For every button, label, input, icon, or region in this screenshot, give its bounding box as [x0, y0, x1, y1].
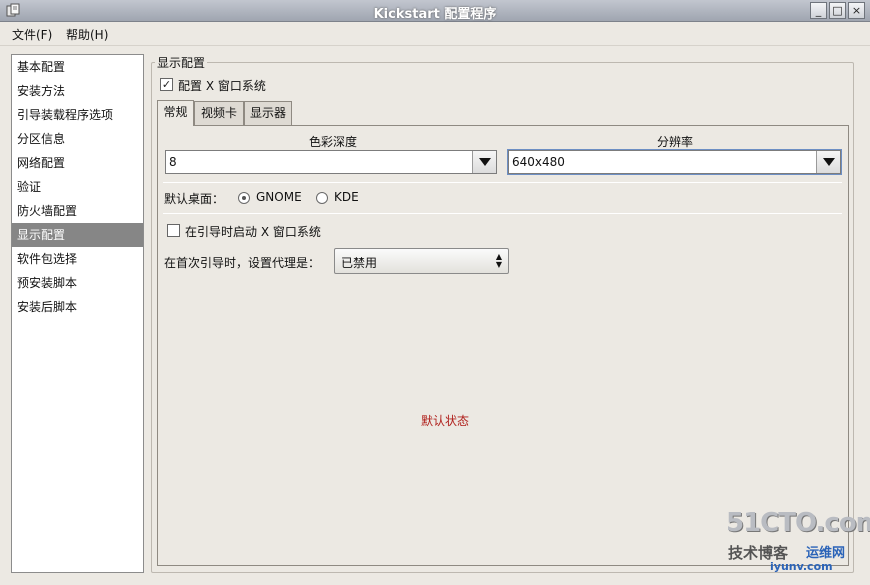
separator — [163, 213, 842, 214]
watermark-logo: 51CTO.com 技术博客 运维网 iyunv.com — [726, 508, 870, 578]
start-x-label: 在引导时启动 X 窗口系统 — [185, 225, 321, 239]
sidebar-item-auth[interactable]: 验证 — [12, 175, 143, 199]
first-boot-value: 已禁用 — [341, 256, 378, 270]
sidebar-item-network[interactable]: 网络配置 — [12, 151, 143, 175]
updown-arrows-icon: ▲ ▼ — [495, 252, 502, 269]
sidebar-item-partition[interactable]: 分区信息 — [12, 127, 143, 151]
title-bar: Kickstart 配置程序 _ □ × — [0, 0, 870, 22]
watermark-main: 51CTO.com — [726, 508, 870, 538]
close-button[interactable]: × — [848, 2, 865, 19]
kde-radio[interactable] — [316, 192, 328, 204]
color-depth-combo[interactable]: 8 — [165, 150, 497, 174]
window-title: Kickstart 配置程序 — [373, 7, 497, 22]
sidebar-item-pre-script[interactable]: 预安装脚本 — [12, 271, 143, 295]
sidebar-item-display[interactable]: 显示配置 — [12, 223, 143, 247]
resolution-value: 640x480 — [512, 155, 565, 169]
tab-video-card[interactable]: 视频卡 — [194, 101, 244, 125]
resolution-combo[interactable]: 640x480 — [507, 149, 842, 175]
resolution-header: 分辨率 — [656, 135, 693, 149]
sidebar-item-basic-config[interactable]: 基本配置 — [12, 55, 143, 79]
sidebar-item-firewall[interactable]: 防火墙配置 — [12, 199, 143, 223]
chevron-down-icon[interactable] — [816, 151, 840, 173]
first-boot-select[interactable]: 已禁用 ▲ ▼ — [334, 248, 509, 274]
sidebar-item-install-method[interactable]: 安装方法 — [12, 79, 143, 103]
status-text: 默认状态 — [421, 414, 470, 428]
first-boot-label: 在首次引导时，设置代理是： — [164, 256, 321, 270]
color-depth-value: 8 — [169, 155, 177, 169]
sidebar-nav: 基本配置 安装方法 引导装载程序选项 分区信息 网络配置 验证 防火墙配置 显示… — [11, 54, 144, 573]
tab-general[interactable]: 常规 — [157, 100, 194, 126]
tab-monitor[interactable]: 显示器 — [244, 101, 292, 125]
default-desktop-label: 默认桌面： — [164, 192, 225, 206]
menu-bar: 文件(F) 帮助(H) — [0, 22, 870, 46]
start-x-checkbox[interactable] — [167, 224, 180, 237]
sidebar-item-bootloader[interactable]: 引导装载程序选项 — [12, 103, 143, 127]
gnome-label: GNOME — [256, 190, 302, 204]
configure-x-label: 配置 X 窗口系统 — [178, 79, 266, 93]
separator — [163, 182, 842, 183]
watermark-sub2: 运维网 — [806, 546, 846, 561]
watermark-sub3: iyunv.com — [770, 560, 833, 573]
minimize-button[interactable]: _ — [810, 2, 827, 19]
configure-x-checkbox[interactable]: ✓ — [160, 78, 173, 91]
color-depth-header: 色彩深度 — [308, 135, 357, 149]
maximize-button[interactable]: □ — [829, 2, 846, 19]
gnome-radio[interactable] — [238, 192, 250, 204]
chevron-down-icon[interactable] — [472, 151, 496, 173]
kde-label: KDE — [334, 190, 359, 204]
sidebar-item-post-script[interactable]: 安装后脚本 — [12, 295, 143, 319]
section-title: 显示配置 — [155, 54, 208, 71]
menu-file[interactable]: 文件(F) — [12, 26, 52, 43]
menu-help[interactable]: 帮助(H) — [66, 26, 108, 43]
sidebar-item-packages[interactable]: 软件包选择 — [12, 247, 143, 271]
